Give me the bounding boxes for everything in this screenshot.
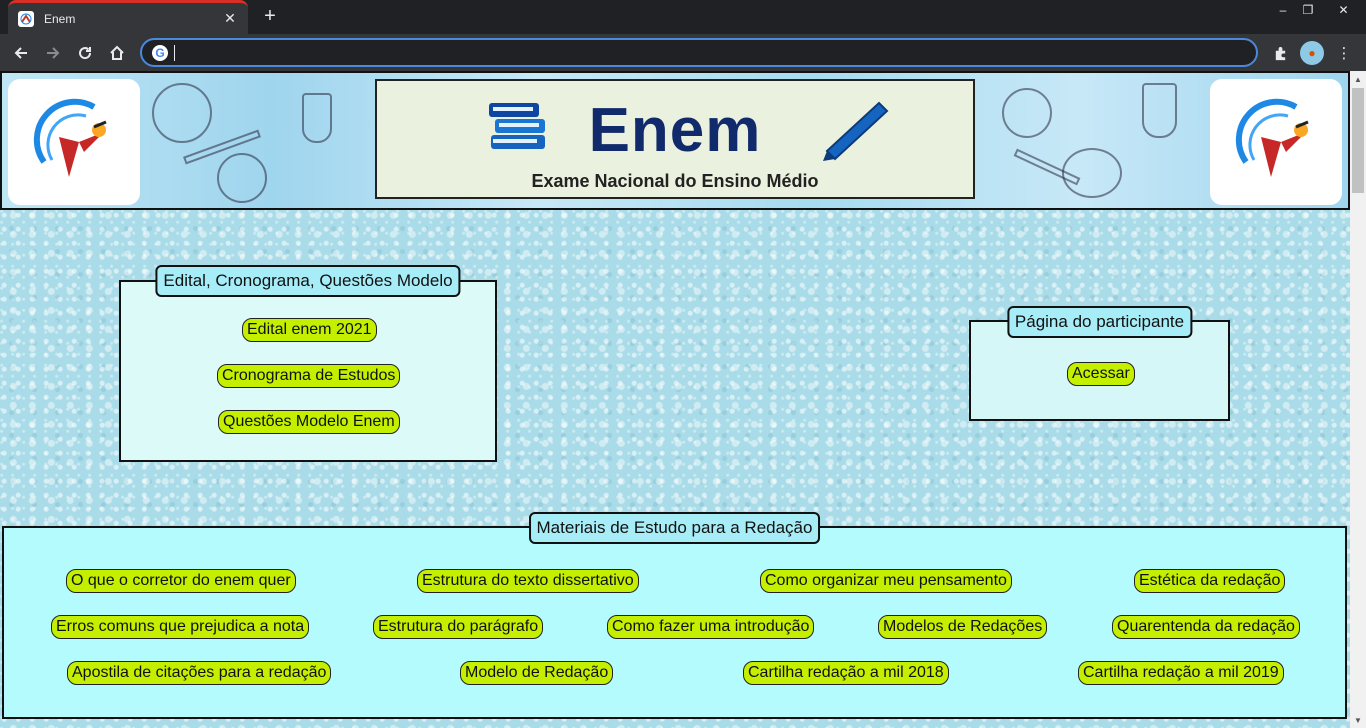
link-corretor-enem[interactable]: O que o corretor do enem quer [66,569,296,593]
tab-strip: Enem ✕ + ‒ ❐ ✕ [0,0,1366,34]
enem-logo-right [1210,79,1342,205]
home-icon[interactable] [104,40,130,66]
link-cartilha-2018[interactable]: Cartilha redação a mil 2018 [743,661,949,685]
enem-logo-left [8,79,140,205]
materiais-panel: Materiais de Estudo para a Redação O que… [2,512,1347,719]
scroll-up-arrow-icon[interactable]: ▲ [1350,71,1366,87]
close-window-button[interactable]: ✕ [1321,0,1366,20]
edital-panel: Edital, Cronograma, Questões Modelo Edit… [119,265,497,462]
link-cronograma-estudos[interactable]: Cronograma de Estudos [217,364,401,388]
page-content: Enem Exame Nacional do Ensino Médio Edit… [0,71,1350,728]
site-favicon-icon [18,10,34,27]
acessar-button[interactable]: Acessar [1067,362,1135,386]
link-estrutura-texto[interactable]: Estrutura do texto dissertativo [417,569,639,593]
pencil-icon [823,101,889,161]
link-erros-comuns[interactable]: Erros comuns que prejudica a nota [51,615,310,639]
restore-window-button[interactable]: ❐ [1296,0,1320,20]
enem-title-banner: Enem Exame Nacional do Ensino Médio [375,79,975,199]
participante-panel-legend: Página do participante [1006,306,1193,338]
enem-mascot-icon [1235,98,1309,177]
link-estetica-redacao[interactable]: Estética da redação [1134,569,1286,593]
participante-panel: Página do participante Acessar [969,306,1230,421]
tab-title: Enem [44,11,76,26]
text-caret [174,44,175,61]
header-banner: Enem Exame Nacional do Ensino Médio [0,71,1350,210]
link-modelo-redacao[interactable]: Modelo de Redação [460,661,614,685]
google-icon: G [152,44,168,61]
scroll-thumb[interactable] [1352,88,1364,193]
enem-mascot-icon [33,98,107,177]
doodle-atom-icon [1002,88,1052,138]
minimize-window-button[interactable]: ‒ [1271,0,1295,20]
materiais-panel-legend: Materiais de Estudo para a Redação [528,512,821,544]
page-scrollbar[interactable]: ▲ ▼ [1350,71,1366,728]
doodle-brain-icon [217,153,267,203]
menu-kebab-icon[interactable]: ⋮ [1332,41,1356,65]
tab-close-icon[interactable]: ✕ [222,10,238,27]
enem-subtitle: Exame Nacional do Ensino Médio [531,171,819,191]
edital-panel-legend: Edital, Cronograma, Questões Modelo [155,265,461,297]
link-estrutura-paragrafo[interactable]: Estrutura do parágrafo [373,615,544,639]
link-questoes-modelo[interactable]: Questões Modelo Enem [218,410,400,434]
new-tab-button[interactable]: + [258,5,282,29]
link-modelos-redacoes[interactable]: Modelos de Redações [878,615,1048,639]
tab-enem[interactable]: Enem ✕ [8,0,248,34]
link-organizar-pensamento[interactable]: Como organizar meu pensamento [760,569,1012,593]
reload-icon[interactable] [72,40,98,66]
address-bar[interactable]: G [140,38,1258,67]
link-apostila-citacoes[interactable]: Apostila de citações para a redação [67,661,332,685]
link-edital-enem-2021[interactable]: Edital enem 2021 [242,318,377,342]
extensions-puzzle-icon[interactable] [1268,41,1292,65]
doodle-microscope-icon [302,93,332,143]
forward-arrow-icon[interactable] [40,40,66,66]
doodle-globe-icon [152,83,212,143]
link-cartilha-2019[interactable]: Cartilha redação a mil 2019 [1078,661,1284,685]
profile-avatar-icon[interactable]: ● [1300,41,1324,65]
back-arrow-icon[interactable] [8,40,34,66]
link-quarentena-redacao[interactable]: Quarentenda da redação [1112,615,1300,639]
browser-toolbar: G ● ⋮ [0,34,1366,71]
scroll-down-arrow-icon[interactable]: ▼ [1350,712,1366,728]
link-como-fazer-introducao[interactable]: Como fazer uma introdução [607,615,815,639]
address-input[interactable] [183,44,1183,61]
doodle-flask-icon [1142,83,1177,138]
